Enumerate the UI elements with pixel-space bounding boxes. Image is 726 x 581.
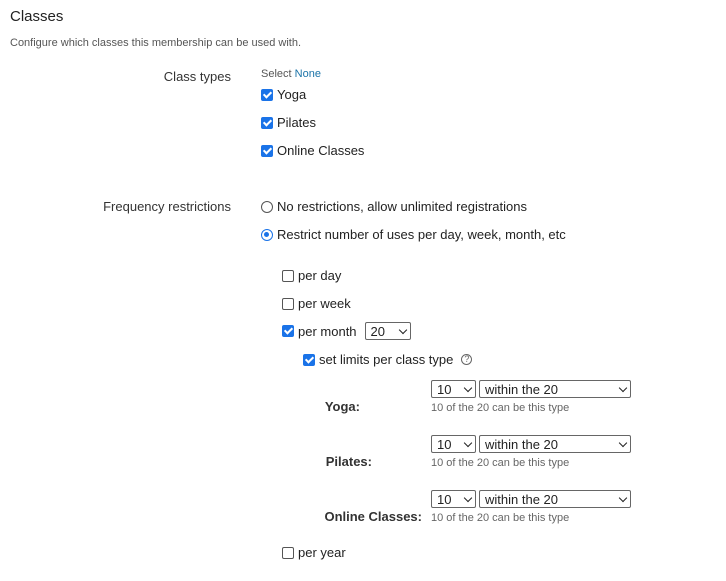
class-limit-count-select[interactable]: 10 [431,490,476,508]
class-type-pilates[interactable]: Pilates [261,115,316,130]
period-label: per year [298,545,346,560]
radio-button[interactable] [261,228,273,241]
period-per-day[interactable]: per day [282,268,341,283]
period-label: per month [298,323,357,339]
section-description: Configure which classes this membership … [10,37,302,49]
period-per-year[interactable]: per year [282,545,346,560]
class-limit-scope-select[interactable]: within the 20 [479,380,631,398]
select-value: within the 20 [485,381,558,397]
radio-button[interactable] [261,200,273,213]
class-limit-label: Yoga: [324,399,360,414]
class-limit-label: Online Classes: [324,509,422,524]
class-limit-yoga-controls: 10 within the 20 [431,380,631,398]
frequency-label: Frequency restrictions [103,199,231,214]
chevron-down-icon [618,493,628,502]
select-value: 10 [437,491,452,507]
radio-label: Restrict number of uses per day, week, m… [277,227,566,242]
period-per-week[interactable]: per week [282,296,351,311]
period-label: per week [298,296,351,311]
class-limit-hint: 10 of the 20 can be this type [431,402,570,414]
checkbox-yoga[interactable] [261,88,273,101]
checkbox-per-year[interactable] [282,546,294,559]
select-value: within the 20 [485,436,558,452]
select-value: 10 [437,381,452,397]
select-row: Select None [261,68,321,80]
class-limit-pilates-controls: 10 within the 20 [431,435,631,453]
chevron-down-icon [398,325,407,334]
checkbox-online-classes[interactable] [261,144,273,157]
chevron-down-icon [463,438,473,447]
class-type-label: Yoga [277,87,307,102]
class-limit-label: Pilates: [325,454,372,469]
per-month-select[interactable]: 20 [364,322,411,340]
radio-label: No restrictions, allow unlimited registr… [277,199,527,214]
checkbox-per-day[interactable] [282,269,294,282]
select-value: 10 [437,436,452,452]
class-type-online-classes[interactable]: Online Classes [261,143,364,158]
class-limit-online-controls: 10 within the 20 [431,490,631,508]
chevron-down-icon [618,438,628,447]
checkbox-per-week[interactable] [282,297,294,310]
class-limit-count-select[interactable]: 10 [431,435,476,453]
class-limit-scope-select[interactable]: within the 20 [479,490,631,508]
checkbox-set-limits[interactable] [303,353,315,366]
chevron-down-icon [463,493,473,502]
period-label: per day [298,268,342,283]
set-limits-per-class-type[interactable]: set limits per class type ? [303,352,473,367]
class-limit-count-select[interactable]: 10 [431,380,476,398]
period-per-month[interactable]: per month 20 [282,322,411,340]
select-none-link[interactable]: None [295,68,321,80]
select-prefix: Select [261,68,292,80]
class-type-label: Online Classes [277,143,365,158]
select-value: within the 20 [485,491,558,507]
class-limit-hint: 10 of the 20 can be this type [431,512,570,524]
chevron-down-icon [463,383,473,392]
checkbox-per-month[interactable] [282,325,294,337]
set-limits-label: set limits per class type [319,352,454,367]
class-types-label: Class types [163,69,231,84]
chevron-down-icon [618,383,628,392]
radio-restrict-uses[interactable]: Restrict number of uses per day, week, m… [261,227,566,242]
radio-no-restrictions[interactable]: No restrictions, allow unlimited registr… [261,199,527,214]
checkbox-pilates[interactable] [261,116,273,129]
class-type-label: Pilates [277,115,317,130]
class-limit-hint: 10 of the 20 can be this type [431,457,570,469]
select-value: 20 [370,323,386,339]
class-type-yoga[interactable]: Yoga [261,87,306,102]
question-circle-icon[interactable]: ? [461,354,473,365]
class-limit-scope-select[interactable]: within the 20 [479,435,631,453]
section-title: Classes [10,8,64,25]
